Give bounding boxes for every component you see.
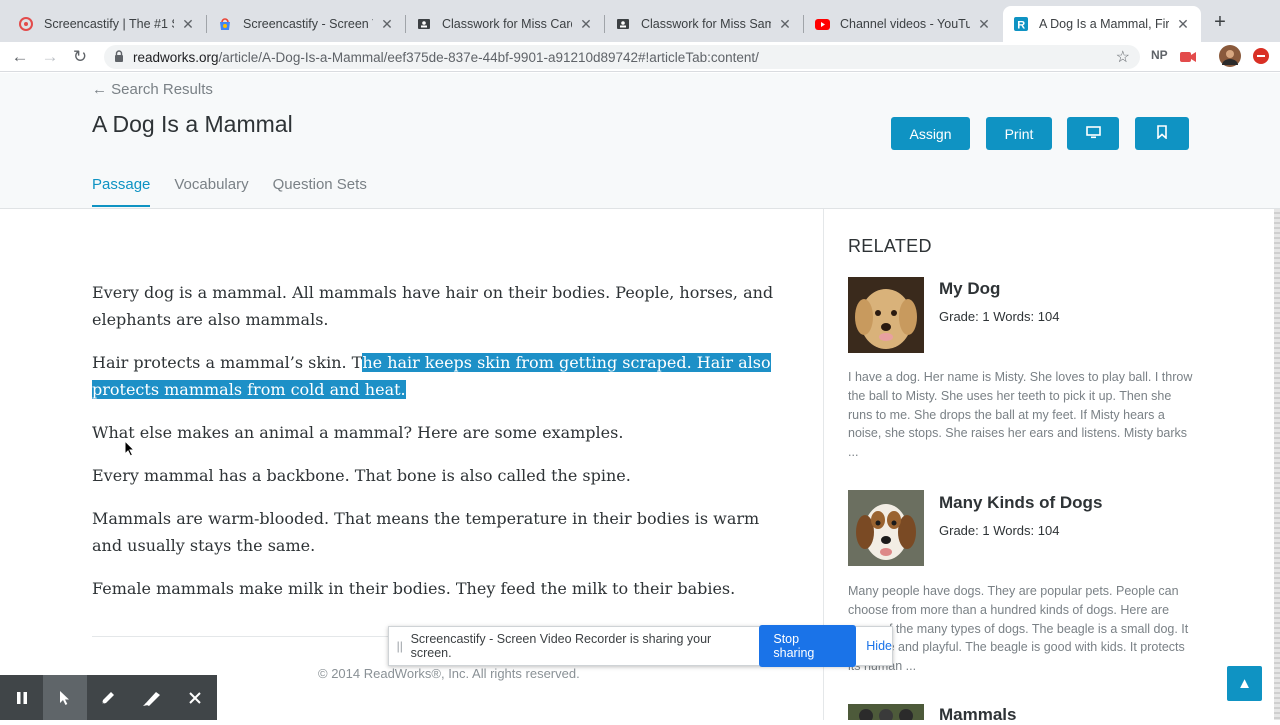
tab-question-sets[interactable]: Question Sets xyxy=(273,176,367,207)
close-toolbar-icon[interactable] xyxy=(174,675,217,720)
screen-sharing-bar: || Screencastify - Screen Video Recorder… xyxy=(388,625,893,667)
screencastify-icon xyxy=(18,16,34,32)
bookmark-icon xyxy=(1157,125,1167,142)
page-title: A Dog Is a Mammal xyxy=(92,111,293,137)
reload-icon[interactable]: ↻ xyxy=(69,46,91,68)
readworks-icon: R xyxy=(1013,16,1029,32)
close-tab-icon[interactable]: ✕ xyxy=(777,16,793,33)
svg-text:R: R xyxy=(1017,20,1025,32)
passage-paragraph: Every mammal has a backbone. That bone i… xyxy=(92,466,631,485)
address-bar[interactable]: readworks.org/article/A-Dog-Is-a-Mammal/… xyxy=(104,45,1140,69)
stop-sharing-button[interactable]: Stop sharing xyxy=(759,625,857,667)
screencastify-extension-icon[interactable] xyxy=(1180,50,1196,67)
related-thumbnail-mammals[interactable] xyxy=(848,704,924,720)
passage-paragraph: Every dog is a mammal. All mammals have … xyxy=(92,283,774,329)
stop-record-icon[interactable] xyxy=(1253,48,1269,67)
passage-paragraph: What else makes an animal a mammal? Here… xyxy=(92,423,624,442)
browser-tab-1[interactable]: Screencastify | The #1 Scr ✕ xyxy=(8,6,206,42)
youtube-icon xyxy=(814,16,830,32)
forward-arrow-icon[interactable]: → xyxy=(39,46,61,68)
adjacent-window-edge xyxy=(1274,209,1280,720)
projector-button[interactable] xyxy=(1067,117,1119,150)
url-path: /article/A-Dog-Is-a-Mammal/eef375de-837e… xyxy=(218,49,759,65)
browser-tab-6-active[interactable]: R A Dog Is a Mammal, First G ✕ xyxy=(1003,6,1201,42)
classroom-icon xyxy=(416,16,432,32)
browser-tab-strip: Screencastify | The #1 Scr ✕ Screencasti… xyxy=(0,0,1280,42)
scroll-to-top-button[interactable]: ▲ xyxy=(1227,666,1262,701)
np-extension-icon[interactable]: NP xyxy=(1151,48,1168,62)
new-tab-icon[interactable]: + xyxy=(1210,12,1230,32)
chrome-webstore-icon xyxy=(217,16,233,32)
passage-text-unselected: Hair protects a mammal’s skin. T xyxy=(92,353,363,372)
profile-avatar-icon[interactable] xyxy=(1219,45,1241,70)
highlighter-tool-icon[interactable] xyxy=(130,675,173,720)
pause-icon[interactable] xyxy=(0,675,43,720)
close-tab-icon[interactable]: ✕ xyxy=(180,16,196,33)
hide-button[interactable]: Hide xyxy=(866,639,892,653)
passage-paragraph: Female mammals make milk in their bodies… xyxy=(92,579,736,598)
sharing-message: Screencastify - Screen Video Recorder is… xyxy=(410,632,712,660)
copyright-text: © 2014 ReadWorks®, Inc. All rights reser… xyxy=(318,666,580,681)
related-title-my-dog[interactable]: My Dog xyxy=(939,279,1000,299)
browser-tab-3[interactable]: Classwork for Miss Cardo ✕ xyxy=(406,6,604,42)
passage-text: Every dog is a mammal. All mammals have … xyxy=(92,279,792,618)
related-heading: RELATED xyxy=(848,236,932,256)
related-thumbnail-golden-retriever[interactable] xyxy=(848,277,924,353)
browser-toolbar: ← → ↻ readworks.org/article/A-Dog-Is-a-M… xyxy=(0,42,1280,72)
pointer-tool-icon[interactable] xyxy=(43,675,87,720)
bookmark-button[interactable] xyxy=(1135,117,1189,150)
related-description: Many people have dogs. They are popular … xyxy=(848,584,1189,674)
article-tabs: Passage Vocabulary Question Sets xyxy=(92,176,391,207)
related-description: I have a dog. Her name is Misty. She lov… xyxy=(848,370,1193,460)
close-tab-icon[interactable]: ✕ xyxy=(578,16,594,33)
passage-paragraph: Mammals are warm-blooded. That means the… xyxy=(92,509,760,555)
tab-passage[interactable]: Passage xyxy=(92,176,151,207)
classroom-icon xyxy=(615,16,631,32)
passage-paragraph: Hair protects a mammal’s skin. The hair … xyxy=(92,349,792,403)
related-title-many-kinds-of-dogs[interactable]: Many Kinds of Dogs xyxy=(939,493,1102,513)
arrow-up-icon: ▲ xyxy=(1237,675,1252,692)
monitor-icon xyxy=(1085,125,1101,142)
article-header: ← Search Results A Dog Is a Mammal Assig… xyxy=(0,73,1280,209)
related-meta: Grade: 1 Words: 104 xyxy=(939,309,1060,324)
browser-tab-4[interactable]: Classwork for Miss Samue ✕ xyxy=(605,6,803,42)
print-button[interactable]: Print xyxy=(986,117,1052,150)
close-tab-icon[interactable]: ✕ xyxy=(976,16,992,33)
back-arrow-icon[interactable]: ← xyxy=(9,46,31,68)
lock-icon xyxy=(114,49,126,65)
bookmark-star-icon[interactable]: ☆ xyxy=(1116,47,1130,67)
related-thumbnail-beagle[interactable] xyxy=(848,490,924,566)
close-tab-icon[interactable]: ✕ xyxy=(379,16,395,33)
search-results-link[interactable]: ← Search Results xyxy=(92,81,213,98)
related-meta: Grade: 1 Words: 104 xyxy=(939,523,1060,538)
mouse-pointer-icon xyxy=(124,439,136,462)
annotation-toolbar xyxy=(0,675,217,720)
browser-tab-5[interactable]: Channel videos - YouTube ✕ xyxy=(804,6,1002,42)
assign-button[interactable]: Assign xyxy=(891,117,970,150)
pen-tool-icon[interactable] xyxy=(87,675,130,720)
tab-vocabulary[interactable]: Vocabulary xyxy=(174,176,248,207)
related-title-mammals[interactable]: Mammals xyxy=(939,705,1016,725)
close-tab-icon[interactable]: ✕ xyxy=(1175,16,1191,33)
drag-handle-icon[interactable]: || xyxy=(389,639,411,653)
url-host: readworks.org xyxy=(133,49,219,65)
browser-tab-2[interactable]: Screencastify - Screen Vid ✕ xyxy=(207,6,405,42)
